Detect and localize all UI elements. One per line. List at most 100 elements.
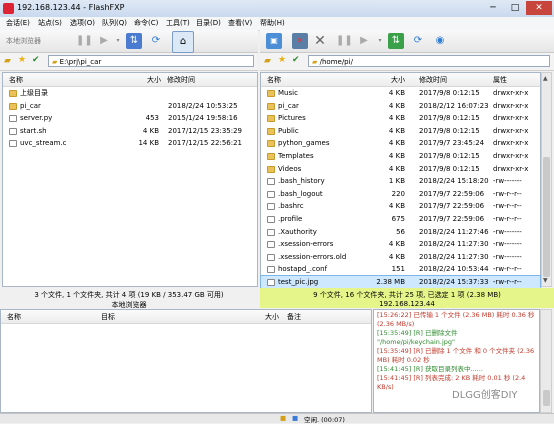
maximize-button[interactable]: □ xyxy=(504,1,526,15)
disconnect-icon[interactable]: ✕ xyxy=(292,33,308,49)
column-size[interactable]: 大小 xyxy=(147,75,161,85)
queue-column-size[interactable]: 大小 xyxy=(265,312,279,322)
file-row[interactable]: uvc_stream.c 14 KB 2017/12/15 22:56:21 xyxy=(3,137,257,150)
file-size: 1 KB xyxy=(388,177,405,186)
file-icon xyxy=(267,190,275,198)
scroll-down-icon[interactable]: ▼ xyxy=(543,277,548,284)
transfer-icon[interactable]: ⇅ xyxy=(388,33,404,49)
file-row[interactable]: pi_car 4 KB 2018/2/12 16:07:23 drwxr-xr-x xyxy=(261,100,540,113)
folder-icon[interactable]: ▰ xyxy=(264,56,271,66)
queue-column-name[interactable]: 名称 xyxy=(7,312,21,322)
menu-session[interactable]: 会话(E) xyxy=(6,18,30,28)
sync-icon[interactable]: ✔ xyxy=(32,55,40,65)
sync-icon[interactable]: ✔ xyxy=(292,55,300,65)
menu-directory[interactable]: 目录(D) xyxy=(196,18,221,28)
file-name: pi_car xyxy=(278,101,299,110)
column-name[interactable]: 名称 xyxy=(9,75,23,85)
menu-tools[interactable]: 工具(T) xyxy=(166,18,190,28)
close-button[interactable]: ✕ xyxy=(526,1,552,15)
file-row[interactable]: Pictures 4 KB 2017/9/8 0:12:15 drwxr-xr-x xyxy=(261,112,540,125)
queue-column-target[interactable]: 目标 xyxy=(101,312,115,322)
local-browser-button[interactable]: 本地浏览器 xyxy=(6,34,66,48)
parent-directory-row[interactable]: 上级目录 xyxy=(3,87,257,100)
remote-path-input[interactable]: ▰ /home/pi/ xyxy=(308,55,550,67)
file-row[interactable]: Music 4 KB 2017/9/8 0:12:15 drwxr-xr-x xyxy=(261,87,540,100)
menu-help[interactable]: 帮助(H) xyxy=(260,18,285,28)
chevron-down-icon[interactable]: ▾ xyxy=(110,33,126,49)
transfer-icon[interactable]: ⇅ xyxy=(126,33,142,49)
menu-commands[interactable]: 命令(C) xyxy=(134,18,158,28)
play-icon[interactable]: ▶ xyxy=(356,33,372,49)
folder-icon xyxy=(267,140,275,148)
file-row[interactable]: .bashrc 4 KB 2017/9/7 22:59:06 -rw-r--r-- xyxy=(261,200,540,213)
file-row[interactable]: .bash_logout 220 2017/9/7 22:59:06 -rw-r--r… xyxy=(261,188,540,201)
star-icon[interactable]: ★ xyxy=(278,55,286,65)
file-name: .bashrc xyxy=(278,202,304,211)
connect-icon[interactable]: ▣ xyxy=(266,33,282,49)
file-row[interactable]: hostapd_.conf 151 2018/2/24 10:53:44 -rw-r-… xyxy=(261,263,540,276)
file-row[interactable]: .Xauthority 56 2018/2/24 11:27:46 -rw------… xyxy=(261,226,540,239)
scrollbar-thumb[interactable] xyxy=(543,157,550,277)
log-line: [15:35:49] [R] 已删除文件 "/home/pi/keychain.… xyxy=(377,329,458,346)
file-modified: 2017/9/7 22:59:06 xyxy=(419,214,485,223)
file-size: 4 KB xyxy=(388,126,405,135)
file-modified: 2017/9/7 22:59:06 xyxy=(419,202,485,211)
scroll-up-icon[interactable]: ▲ xyxy=(543,75,548,82)
file-row[interactable]: server.py 453 2015/1/24 19:58:16 xyxy=(3,112,257,125)
star-icon[interactable]: ★ xyxy=(18,55,26,65)
window-title: 192.168.123.44 - FlashFXP xyxy=(17,3,125,12)
file-name: Pictures xyxy=(278,114,306,123)
file-row[interactable]: pi_car 2018/2/24 10:53:25 xyxy=(3,100,257,113)
column-attributes[interactable]: 属性 xyxy=(493,75,507,85)
file-row[interactable]: Videos 4 KB 2017/9/8 0:12:15 drwxr-xr-x xyxy=(261,163,540,176)
column-name[interactable]: 名称 xyxy=(267,75,281,85)
remote-scrollbar[interactable]: ▲ ▼ xyxy=(541,72,552,287)
log-scrollbar[interactable] xyxy=(540,309,552,413)
abort-icon[interactable]: ✕ xyxy=(312,33,328,49)
folder-icon xyxy=(267,165,275,173)
watermark: DLGG创客DIY xyxy=(452,390,518,401)
folder-icon[interactable]: ▰ xyxy=(4,56,11,66)
file-attributes: -rw------- xyxy=(493,227,522,236)
file-icon xyxy=(267,241,275,249)
file-size: 4 KB xyxy=(388,89,405,97)
file-size: 220 xyxy=(391,189,405,198)
home-icon[interactable]: ⌂ xyxy=(172,31,194,53)
pause-icon[interactable]: ❚❚ xyxy=(336,33,353,49)
file-row[interactable]: .profile 675 2017/9/7 22:59:06 -rw-r--r-- xyxy=(261,213,540,226)
remote-status-text: 9 个文件, 16 个文件夹, 共计 25 项, 已选定 1 项 (2.38 M… xyxy=(313,291,501,299)
column-size[interactable]: 大小 xyxy=(391,75,405,85)
folder-icon xyxy=(267,90,275,97)
file-name: .bash_logout xyxy=(278,189,323,198)
refresh-icon[interactable]: ⟳ xyxy=(410,33,426,49)
file-row[interactable]: .xsession-errors.old 4 KB 2018/2/24 11:27:… xyxy=(261,251,540,264)
file-attributes: drwxr-xr-x xyxy=(493,114,529,123)
file-attributes: drwxr-xr-x xyxy=(493,126,529,135)
minimize-button[interactable]: ─ xyxy=(482,1,504,15)
file-row[interactable]: .bash_history 1 KB 2018/2/24 15:18:20 -rw--… xyxy=(261,175,540,188)
file-row[interactable]: start.sh 4 KB 2017/12/15 23:35:29 xyxy=(3,125,257,138)
menu-view[interactable]: 查看(V) xyxy=(228,18,252,28)
column-modified[interactable]: 修改时间 xyxy=(167,75,195,85)
local-path-input[interactable]: ▰ E:\prj\pi_car xyxy=(48,55,254,67)
file-row[interactable]: test_pic.jpg 2.38 MB 2018/2/24 15:37:33 -rw… xyxy=(260,274,541,290)
menu-options[interactable]: 选项(O) xyxy=(70,18,95,28)
file-name: .Xauthority xyxy=(278,227,317,236)
file-row[interactable]: Templates 4 KB 2017/9/8 0:12:15 drwxr-xr-x xyxy=(261,150,540,163)
column-modified[interactable]: 修改时间 xyxy=(419,75,447,85)
globe-icon[interactable]: ◉ xyxy=(432,33,448,49)
menu-sites[interactable]: 站点(S) xyxy=(38,18,62,28)
refresh-icon[interactable]: ⟳ xyxy=(148,33,164,49)
menu-queue[interactable]: 队列(Q) xyxy=(102,18,127,28)
file-row[interactable]: .xsession-errors 4 KB 2018/2/24 11:27:30 -r… xyxy=(261,238,540,251)
file-icon xyxy=(9,115,17,123)
pause-icon[interactable]: ❚❚ xyxy=(76,33,93,49)
file-attributes: -rw-r--r-- xyxy=(493,189,522,198)
folder-icon xyxy=(267,102,275,110)
chevron-down-icon[interactable]: ▾ xyxy=(372,33,388,49)
file-row[interactable]: python_games 4 KB 2017/9/7 23:45:24 drwxr-x… xyxy=(261,137,540,150)
queue-column-note[interactable]: 备注 xyxy=(287,312,301,322)
file-icon xyxy=(267,178,275,186)
scrollbar-thumb[interactable] xyxy=(543,390,550,406)
file-row[interactable]: Public 4 KB 2017/9/8 0:12:15 drwxr-xr-x xyxy=(261,125,540,138)
